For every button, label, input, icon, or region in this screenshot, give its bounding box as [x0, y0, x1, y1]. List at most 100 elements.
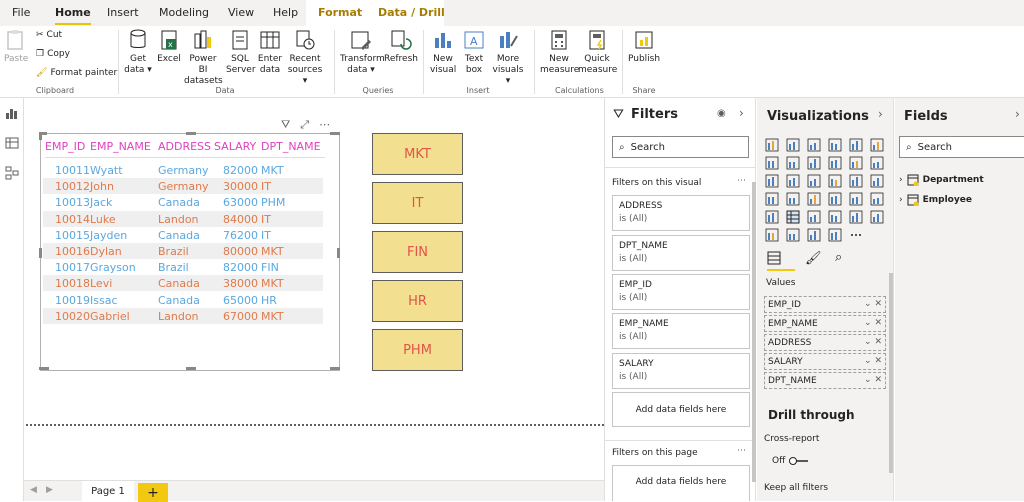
tab-data-drill[interactable]: Data / Drill — [378, 6, 445, 19]
filter-card-dpt-name[interactable]: DPT_NAME is (All) — [612, 235, 750, 271]
transform-data-button[interactable]: Transform data ▾ — [340, 28, 385, 76]
r-visual-icon[interactable] — [849, 210, 863, 224]
more-options-icon[interactable]: ⋯ — [319, 118, 330, 132]
dept-button-phm[interactable]: PHM — [372, 329, 463, 371]
pie-chart-icon[interactable] — [828, 174, 842, 188]
area-chart-icon[interactable] — [786, 156, 800, 170]
paint-roller-icon[interactable]: 🖌 — [805, 251, 822, 266]
column-header[interactable]: DPT_NAME — [261, 140, 321, 153]
column-header[interactable]: EMP_ID — [45, 140, 85, 153]
value-field-salary[interactable]: SALARY ⌄ ✕ — [764, 353, 886, 370]
value-field-address[interactable]: ADDRESS ⌄ ✕ — [764, 334, 886, 351]
filter-card-emp-id[interactable]: EMP_ID is (All) — [612, 274, 750, 310]
resize-handle[interactable] — [330, 367, 340, 370]
100-bar-icon[interactable] — [849, 138, 863, 152]
tab-help[interactable]: Help — [273, 6, 298, 19]
focus-mode-icon[interactable]: ⤢ — [300, 118, 309, 132]
collapse-chevron-icon[interactable]: › — [739, 106, 744, 120]
resize-handle[interactable] — [39, 367, 49, 370]
new-visual-button[interactable]: New visual — [430, 28, 456, 76]
dept-button-mkt[interactable]: MKT — [372, 133, 463, 175]
table-row[interactable]: 10014 Luke Landon 84000 IT — [43, 210, 323, 227]
viz-scrollbar[interactable] — [889, 273, 893, 473]
filter-card-address[interactable]: ADDRESS is (All) — [612, 195, 750, 231]
dept-button-it[interactable]: IT — [372, 182, 463, 224]
dept-button-hr[interactable]: HR — [372, 280, 463, 322]
collapse-chevron-icon[interactable]: › — [1015, 107, 1020, 121]
filter-card-emp-name[interactable]: EMP_NAME is (All) — [612, 313, 750, 349]
data-view-icon[interactable] — [5, 136, 19, 150]
filled-map-icon[interactable] — [786, 192, 800, 206]
shape-map-icon[interactable] — [807, 192, 821, 206]
next-page-icon[interactable]: ▶ — [46, 485, 53, 495]
map-icon[interactable] — [765, 192, 779, 206]
column-header[interactable]: ADDRESS — [158, 140, 211, 153]
dept-button-fin[interactable]: FIN — [372, 231, 463, 273]
table-row[interactable]: 10017 Grayson Brazil 82000 FIN — [43, 259, 323, 275]
model-view-icon[interactable] — [5, 166, 19, 180]
kpi-icon[interactable] — [765, 210, 779, 224]
chevron-close-icon[interactable]: ⌄ ✕ — [864, 375, 882, 385]
slicer-icon[interactable] — [786, 210, 800, 224]
filter-card-salary[interactable]: SALARY is (All) — [612, 353, 750, 389]
table-icon[interactable] — [807, 210, 821, 224]
paginated-icon[interactable] — [849, 228, 863, 242]
table-row[interactable]: 10015 Jayden Canada 76200 IT — [43, 227, 323, 243]
ribbon-chart-icon[interactable] — [870, 156, 884, 170]
line-chart-icon[interactable] — [765, 156, 779, 170]
power-bi-datasets-button[interactable]: Power BI datasets — [184, 28, 223, 87]
text-box-button[interactable]: A Text box — [461, 28, 487, 76]
clustered-bar-icon[interactable] — [807, 138, 821, 152]
copy-button[interactable]: ❐ Copy — [36, 49, 70, 59]
stacked-area-icon[interactable] — [807, 156, 821, 170]
funnel-icon[interactable] — [786, 174, 800, 188]
add-data-fields-drop-zone[interactable]: Add data fields here — [612, 392, 750, 427]
resize-handle[interactable] — [330, 132, 340, 135]
tab-format[interactable]: Format — [318, 6, 362, 19]
chevron-close-icon[interactable]: ⌄ ✕ — [864, 299, 882, 309]
fields-search-input[interactable]: ⌕ Search — [899, 136, 1024, 158]
treemap-icon[interactable] — [870, 174, 884, 188]
tab-file[interactable]: File — [12, 6, 30, 19]
scatter-icon[interactable] — [807, 174, 821, 188]
table-row[interactable]: 10013 Jack Canada 63000 PHM — [43, 194, 323, 210]
eye-icon[interactable]: ◉ — [717, 108, 726, 119]
table-row[interactable]: 10011 Wyatt Germany 82000 MKT — [43, 162, 323, 178]
value-field-emp-name[interactable]: EMP_NAME ⌄ ✕ — [764, 315, 886, 332]
donut-chart-icon[interactable] — [849, 174, 863, 188]
new-measure-button[interactable]: New measure — [540, 28, 579, 76]
filter-icon[interactable]: ⛛ — [281, 118, 290, 132]
prev-page-icon[interactable]: ◀ — [30, 485, 37, 495]
page-add-data-fields-drop-zone[interactable]: Add data fields here — [612, 465, 750, 501]
line-clustered-icon[interactable] — [849, 156, 863, 170]
chevron-close-icon[interactable]: ⌄ ✕ — [864, 356, 882, 366]
cut-button[interactable]: ✂ Cut — [36, 30, 62, 40]
field-table-department[interactable]: › Department — [899, 174, 984, 186]
waterfall-icon[interactable] — [765, 174, 779, 188]
stacked-bar-icon[interactable] — [765, 138, 779, 152]
tab-modeling[interactable]: Modeling — [159, 6, 209, 19]
filters-search-input[interactable]: ⌕ Search — [612, 136, 749, 158]
publish-button[interactable]: Publish — [628, 28, 660, 65]
clustered-column-icon[interactable] — [828, 138, 842, 152]
resize-handle[interactable] — [337, 248, 340, 258]
decomposition-tree-icon[interactable] — [786, 228, 800, 242]
resize-handle[interactable] — [186, 132, 196, 135]
format-painter-button[interactable]: 🖌 Format painter — [36, 68, 117, 78]
chevron-close-icon[interactable]: ⌄ ✕ — [864, 318, 882, 328]
qa-icon[interactable] — [807, 228, 821, 242]
quick-measure-button[interactable]: Quick measure — [578, 28, 617, 76]
table-row[interactable]: 10018 Levi Canada 38000 MKT — [43, 275, 323, 292]
table-row[interactable]: 10019 Issac Canada 65000 HR — [43, 292, 323, 308]
enter-data-button[interactable]: Enter data — [257, 28, 283, 76]
gauge-icon[interactable] — [828, 192, 842, 206]
get-data-button[interactable]: Get data ▾ — [124, 28, 152, 76]
key-influencers-icon[interactable] — [765, 228, 779, 242]
tab-insert[interactable]: Insert — [107, 6, 139, 19]
paste-button[interactable]: Paste — [4, 28, 28, 65]
value-field-dpt-name[interactable]: DPT_NAME ⌄ ✕ — [764, 372, 886, 389]
table-row[interactable]: 10012 John Germany 30000 IT — [43, 178, 323, 195]
table-row[interactable]: 10016 Dylan Brazil 80000 MKT — [43, 243, 323, 259]
report-view-icon[interactable] — [5, 106, 19, 120]
filters-scrollbar[interactable] — [752, 182, 756, 482]
